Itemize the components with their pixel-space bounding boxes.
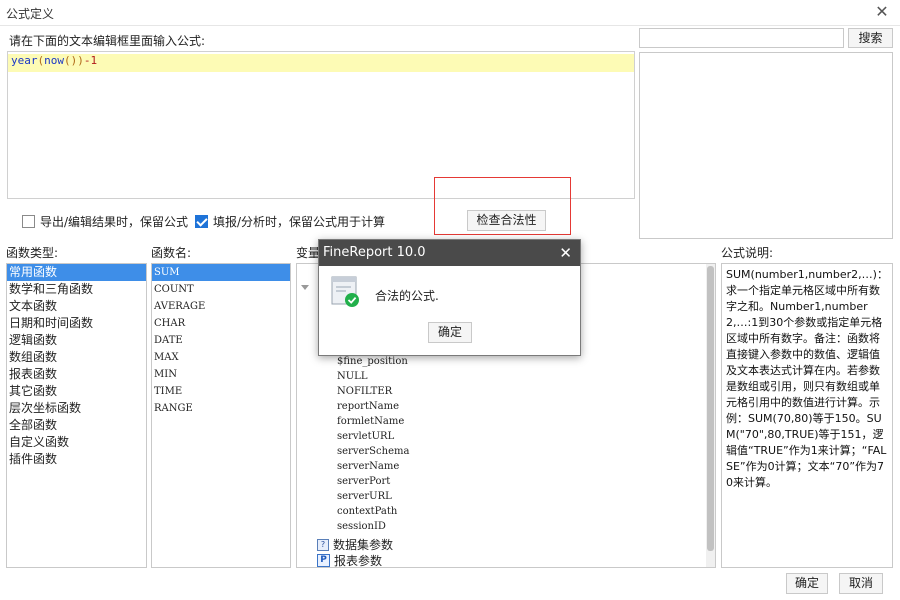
tree-item[interactable]: NOFILTER [337,386,392,397]
formula-description: SUM(number1,number2,…)：求一个指定单元格区域中所有数字之和… [721,263,893,568]
list-item[interactable]: 日期和时间函数 [7,315,146,332]
tree-item[interactable]: NULL [337,371,367,382]
desc-label: 公式说明: [721,246,774,260]
valid-formula-icon [331,276,359,307]
list-item[interactable]: 数学和三角函数 [7,281,146,298]
dialog-titlebar: FineReport 10.0 ✕ [319,240,580,266]
tree-node-label: 数据集参数 [333,538,394,552]
func-type-label: 函数类型: [6,246,59,260]
fill-keep-label: 填报/分析时，保留公式用于计算 [213,214,386,229]
tree-item[interactable]: serverName [337,461,399,472]
tree-node-report-params[interactable]: P 报表参数 [317,552,383,568]
fill-keep-checkbox[interactable] [195,214,208,228]
list-item[interactable]: SUM [152,264,290,281]
list-item[interactable]: 数组函数 [7,349,146,366]
editor-prompt: 请在下面的文本编辑框里面输入公式: [9,34,206,48]
func-name-list[interactable]: SUM COUNT AVERAGE CHAR DATE MAX MIN TIME… [151,263,291,568]
list-item[interactable]: 自定义函数 [7,434,146,451]
list-item[interactable]: 插件函数 [7,451,146,468]
tree-item[interactable]: servletURL [337,431,394,442]
fill-keep-option[interactable]: 填报/分析时，保留公式用于计算 [195,212,385,230]
tree-item[interactable]: serverURL [337,491,392,502]
validation-dialog: FineReport 10.0 ✕ 合法的公式. 确定 [318,239,581,356]
list-item[interactable]: 全部函数 [7,417,146,434]
list-item[interactable]: TIME [152,383,290,400]
dialog-message: 合法的公式. [375,289,439,303]
check-validity-button[interactable]: 检查合法性 [467,210,546,231]
collapse-caret-icon[interactable] [301,285,309,290]
tree-node-label: 报表参数 [334,554,383,568]
list-item[interactable]: RANGE [152,400,290,417]
cancel-button[interactable]: 取消 [839,573,883,594]
close-icon[interactable]: ✕ [874,4,890,20]
func-type-list[interactable]: 常用函数 数学和三角函数 文本函数 日期和时间函数 逻辑函数 数组函数 报表函数… [6,263,147,568]
formula-code[interactable]: year(now())-1 [11,54,97,68]
search-input[interactable] [639,28,844,48]
export-keep-checkbox[interactable] [22,214,35,228]
ok-button[interactable]: 确定 [786,573,828,594]
list-item[interactable]: CHAR [152,315,290,332]
export-keep-label: 导出/编辑结果时，保留公式 [40,214,189,229]
search-results-list[interactable] [639,52,893,239]
list-item[interactable]: AVERAGE [152,298,290,315]
window-titlebar: 公式定义 ✕ [0,0,900,26]
tree-item[interactable]: formletName [337,416,404,427]
search-button[interactable]: 搜索 [848,28,893,48]
list-item[interactable]: 报表函数 [7,366,146,383]
tree-item[interactable]: serverPort [337,476,390,487]
tree-scrollbar[interactable] [706,264,715,567]
list-item[interactable]: 其它函数 [7,383,146,400]
list-item[interactable]: 层次坐标函数 [7,400,146,417]
dataset-params-icon: ? [317,538,329,551]
list-item[interactable]: 逻辑函数 [7,332,146,349]
tree-item[interactable]: reportName [337,401,399,412]
dialog-title: FineReport 10.0 [323,245,426,260]
list-item[interactable]: MIN [152,366,290,383]
list-item[interactable]: 常用函数 [7,264,146,281]
tree-item[interactable]: sessionID [337,521,386,532]
tree-item[interactable]: serverSchema [337,446,409,457]
dialog-ok-button[interactable]: 确定 [428,322,472,343]
variable-label: 变量 [296,246,321,260]
current-line-highlight [8,54,634,72]
export-keep-option[interactable]: 导出/编辑结果时，保留公式 [22,212,188,230]
tree-node-dataset-params[interactable]: ? 数据集参数 [317,536,393,553]
dialog-close-icon[interactable]: ✕ [559,240,572,266]
func-name-label: 函数名: [151,246,192,260]
list-item[interactable]: 文本函数 [7,298,146,315]
tree-scroll-thumb[interactable] [707,266,714,551]
list-item[interactable]: COUNT [152,281,290,298]
window-title: 公式定义 [6,7,55,21]
report-params-icon: P [317,554,330,567]
tree-item[interactable]: contextPath [337,506,397,517]
list-item[interactable]: MAX [152,349,290,366]
list-item[interactable]: DATE [152,332,290,349]
tree-item[interactable]: $fine_position [337,356,408,367]
